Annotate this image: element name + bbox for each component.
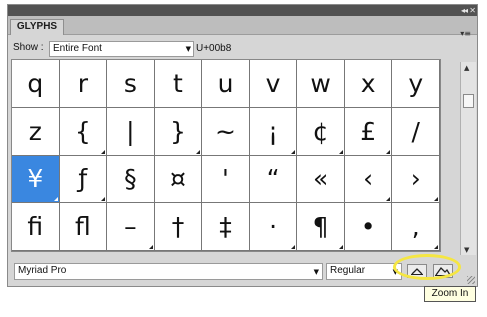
font-style-value: Regular <box>330 265 366 276</box>
glyph-cell[interactable]: t <box>154 60 203 108</box>
glyph-cell[interactable]: ~ <box>202 107 250 156</box>
font-family-dropdown[interactable]: Myriad Pro ▼ <box>14 263 323 280</box>
glyph-cell[interactable]: ¡ <box>249 107 298 156</box>
panel-tab-bar: GLYPHS ▾≡ <box>8 16 477 38</box>
show-dropdown-value: Entire Font <box>53 43 102 54</box>
glyph-cell[interactable]: › <box>392 155 440 204</box>
panel-top-strip: ◂◂ ✕ <box>8 5 477 16</box>
glyph-cell[interactable]: ¤ <box>154 155 203 204</box>
close-panel-icon[interactable]: ✕ <box>469 5 476 16</box>
glyph-cell[interactable]: ¥ <box>12 155 60 204</box>
glyph-cell[interactable]: ‹ <box>344 155 393 204</box>
unicode-readout: U+00b8 <box>196 43 232 54</box>
glyph-grid: q r s t u v w x y z{|} ~ ¡ ¢ £ / ¥ ƒ § ¤ ' “«‹ › ﬁ ﬂ – † ‡ · ¶ •, <box>11 59 441 252</box>
glyph-cell[interactable]: , <box>392 203 440 251</box>
glyph-cell[interactable]: ' <box>202 155 250 204</box>
glyph-cell[interactable]: s <box>107 60 155 108</box>
glyph-cell[interactable]: ƒ <box>59 155 108 204</box>
glyph-cell[interactable]: ﬁ <box>12 203 60 251</box>
glyph-cell[interactable]: r <box>59 60 108 108</box>
glyph-cell[interactable]: † <box>154 203 203 251</box>
glyph-cell[interactable]: § <box>107 155 155 204</box>
glyph-cell[interactable]: / <box>392 107 440 156</box>
glyph-scrollbar[interactable]: ▲ ▼ <box>460 62 476 255</box>
glyph-cell[interactable]: ¶ <box>297 203 345 251</box>
chevron-down-icon: ▼ <box>313 268 319 276</box>
show-label: Show : <box>13 42 44 53</box>
glyph-cell[interactable]: x <box>344 60 393 108</box>
glyph-cell[interactable]: { <box>59 107 108 156</box>
glyph-cell[interactable]: q <box>12 60 60 108</box>
glyph-cell[interactable]: ﬂ <box>59 203 108 251</box>
scroll-up-icon[interactable]: ▲ <box>464 64 469 72</box>
glyph-cell[interactable]: “ <box>249 155 298 204</box>
glyphs-panel: ◂◂ ✕ GLYPHS ▾≡ Show : Entire Font ▼ U+00… <box>7 4 478 287</box>
collapse-panel-icon[interactable]: ◂◂ <box>461 5 468 16</box>
glyph-cell[interactable]: y <box>392 60 440 108</box>
font-style-dropdown[interactable]: Regular ▼ <box>326 263 402 280</box>
zoom-highlight-ring <box>393 254 461 280</box>
zoom-in-tooltip: Zoom In <box>424 286 476 302</box>
glyph-cell[interactable]: ‡ <box>202 203 250 251</box>
glyph-cell[interactable]: £ <box>344 107 393 156</box>
scroll-thumb[interactable] <box>463 94 474 108</box>
glyph-cell[interactable]: w <box>297 60 345 108</box>
glyph-cell[interactable]: | <box>107 107 155 156</box>
glyph-cell[interactable]: • <box>344 203 393 251</box>
glyph-cell[interactable]: – <box>107 203 155 251</box>
show-row: Show : Entire Font ▼ U+00b8 <box>8 38 477 60</box>
glyph-cell[interactable]: z <box>12 107 60 156</box>
tab-glyphs[interactable]: GLYPHS <box>10 19 64 35</box>
show-dropdown[interactable]: Entire Font ▼ <box>49 41 194 57</box>
resize-grip-icon[interactable] <box>467 276 475 284</box>
glyph-cell[interactable]: v <box>249 60 298 108</box>
glyph-cell[interactable]: } <box>154 107 203 156</box>
panel-menu-icon[interactable]: ▾≡ <box>460 29 471 38</box>
scroll-down-icon[interactable]: ▼ <box>464 246 469 254</box>
chevron-down-icon: ▼ <box>185 45 191 53</box>
font-family-value: Myriad Pro <box>18 265 67 276</box>
glyph-cell[interactable]: u <box>202 60 250 108</box>
glyph-cell[interactable]: · <box>249 203 298 251</box>
glyph-cell[interactable]: « <box>297 155 345 204</box>
glyph-cell[interactable]: ¢ <box>297 107 345 156</box>
